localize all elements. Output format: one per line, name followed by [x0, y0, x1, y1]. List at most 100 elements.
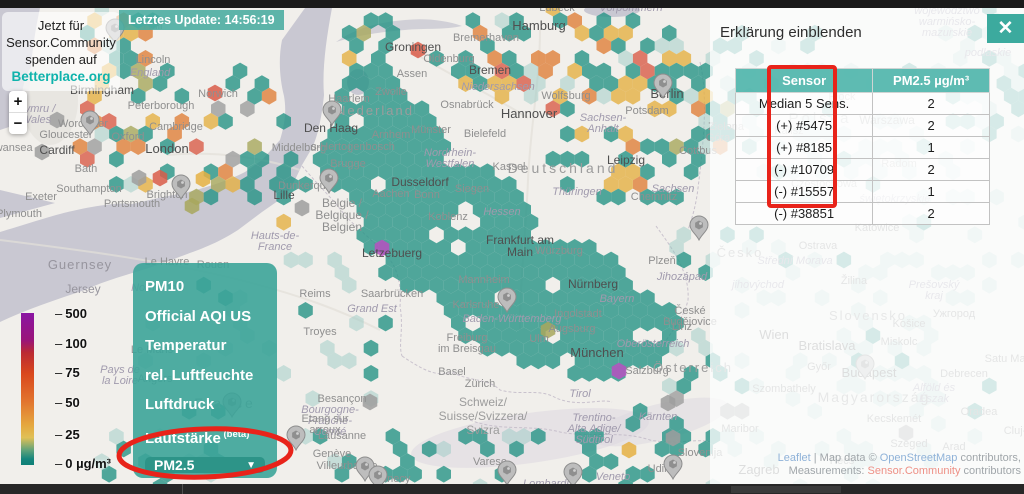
- map-label: Basel: [438, 366, 466, 378]
- map-label: Besançon: [318, 393, 367, 405]
- layer-menu-item-lautst-rke[interactable]: Lautstärke (beta): [145, 420, 265, 454]
- layer-menu[interactable]: PM10Official AQI USTemperaturrel. Luftfe…: [133, 263, 277, 478]
- zoom-out-button[interactable]: −: [9, 113, 27, 134]
- map-label: Swansea: [0, 142, 34, 154]
- layer-menu-item-official-aqi-us[interactable]: Official AQI US: [145, 302, 265, 332]
- map-label: Bremen: [469, 63, 511, 77]
- scale-tick-label: –500: [55, 306, 87, 321]
- map-label: Lincoln: [136, 54, 171, 66]
- map-label: Lille: [273, 188, 295, 202]
- map-label: Bayern: [600, 293, 635, 305]
- map-label: Thüringen: [552, 186, 602, 198]
- attribution-text: contributors: [960, 465, 1021, 477]
- map-label: Kassel: [492, 161, 525, 173]
- map-label: Budějovice: [663, 316, 717, 328]
- map-label: Hannover: [501, 106, 558, 121]
- map-label: Koblenz: [428, 211, 468, 223]
- zoom-control[interactable]: + −: [9, 91, 27, 134]
- map-label: Würzburg: [535, 245, 583, 257]
- map-label: England: [130, 67, 171, 79]
- taskbar-item: [731, 486, 841, 493]
- taskbar-divider: [182, 484, 183, 494]
- scale-tick-label: –75: [55, 365, 80, 380]
- map-label: London: [145, 141, 188, 156]
- map-label: Letzebuerg: [362, 246, 422, 260]
- attribution-link[interactable]: Leaflet: [778, 452, 811, 464]
- value-column-header: PM2.5 µg/m³: [873, 69, 990, 93]
- cell-sensor: (-) #15557: [736, 181, 873, 203]
- map-label: Southampton: [56, 183, 121, 195]
- donation-line: spenden auf: [4, 51, 118, 68]
- map-label: Karlsruhe: [452, 299, 499, 311]
- layer-select-pm25[interactable]: PM2.5 ▼: [145, 457, 265, 473]
- map-label: Mannheim: [458, 274, 509, 286]
- layer-menu-item-temperatur[interactable]: Temperatur: [145, 331, 265, 361]
- table-row: (-) #155571: [736, 181, 990, 203]
- map-label: Hessen: [483, 206, 520, 218]
- map-label: Middelburg: [272, 142, 326, 154]
- map-label: Bremerhaven: [453, 32, 519, 44]
- map-label: Norwich: [198, 88, 238, 100]
- map-attribution: Leaflet | Map data © OpenStreetMap contr…: [778, 452, 1021, 477]
- map-label: Anhalt: [586, 123, 619, 135]
- map-label: Oldenburg: [423, 53, 474, 65]
- map-label: Osnabrück: [440, 99, 494, 111]
- layer-menu-item-luftdruck[interactable]: Luftdruck: [145, 390, 265, 420]
- map-label: Zwolle: [375, 86, 407, 98]
- map-label: Svizra: [466, 423, 500, 437]
- top-letterbox-bar: [0, 0, 1024, 8]
- map-label: Kärnten: [639, 411, 678, 423]
- map-label: Groningen: [385, 40, 441, 54]
- map-label: Main: [507, 245, 533, 259]
- map-label: Siegen: [455, 183, 489, 195]
- betterplace-link[interactable]: Betterplace.org: [4, 68, 118, 86]
- map-label: Augsburg: [548, 323, 595, 335]
- attribution-text: Measurements:: [789, 465, 868, 477]
- map-label: Cambridge: [149, 121, 203, 133]
- map-label: Oxford: [111, 131, 144, 143]
- map-label: Zürich: [465, 378, 496, 390]
- scale-tick-label: –25: [55, 427, 80, 442]
- attribution-link[interactable]: Sensor.Community: [868, 465, 961, 477]
- map-label: Lausanne: [318, 430, 366, 442]
- zoom-in-button[interactable]: +: [9, 91, 27, 113]
- map-label: Troyes: [303, 326, 337, 338]
- cell-sensor: (-) #10709: [736, 159, 873, 181]
- table-row: (-) #107092: [736, 159, 990, 181]
- cell-sensor: (+) #5475: [736, 115, 873, 137]
- cell-value: 1: [873, 181, 990, 203]
- map-label: Westfalen: [426, 158, 475, 170]
- attribution-text: contributors,: [957, 452, 1021, 464]
- layer-menu-item-rel-luftfeuchte[interactable]: rel. Luftfeuchte: [145, 361, 265, 391]
- close-panel-button[interactable]: ✕: [987, 14, 1024, 43]
- map-label: Bielefeld: [464, 128, 506, 140]
- map-label: Plzeň: [648, 255, 676, 267]
- chevron-down-icon: ▼: [246, 460, 256, 471]
- attribution-link[interactable]: OpenStreetMap: [880, 452, 958, 464]
- map-label: Münster: [411, 124, 451, 136]
- map-label: Bath: [75, 163, 98, 175]
- map-label: Gloucester: [39, 129, 93, 141]
- layer-menu-item-pm10[interactable]: PM10: [145, 272, 265, 302]
- table-row: (-) #388512: [736, 203, 990, 225]
- map-label: Saarbrücken: [361, 288, 423, 300]
- explanation-toggle[interactable]: Erklärung einblenden: [720, 24, 862, 41]
- map-label: Oberösterreich: [617, 338, 690, 350]
- map-label: Hamburg: [512, 18, 565, 33]
- cell-value: 2: [873, 159, 990, 181]
- map-label: Arnhem: [372, 129, 411, 141]
- map-label: France: [258, 241, 292, 253]
- attribution-text: | Map data ©: [811, 452, 880, 464]
- map-label: Aachen: [372, 188, 409, 200]
- map-label: Guernsey: [48, 257, 112, 272]
- map-label: Jersey: [65, 282, 100, 296]
- sensor-table: Sensor PM2.5 µg/m³ Median 5 Sens.2(+) #5…: [735, 68, 990, 225]
- map-label: Ulm: [529, 333, 549, 345]
- map-label: Südtirol: [575, 434, 613, 446]
- map-label: Cardiff: [39, 143, 75, 157]
- donation-line: Jetzt für: [4, 17, 118, 34]
- map-label: Baden-Württemberg: [462, 313, 562, 325]
- color-scale-gradient-bar: [21, 313, 34, 465]
- map-label: Assen: [397, 68, 428, 80]
- map-label: Jihozápad: [656, 271, 708, 283]
